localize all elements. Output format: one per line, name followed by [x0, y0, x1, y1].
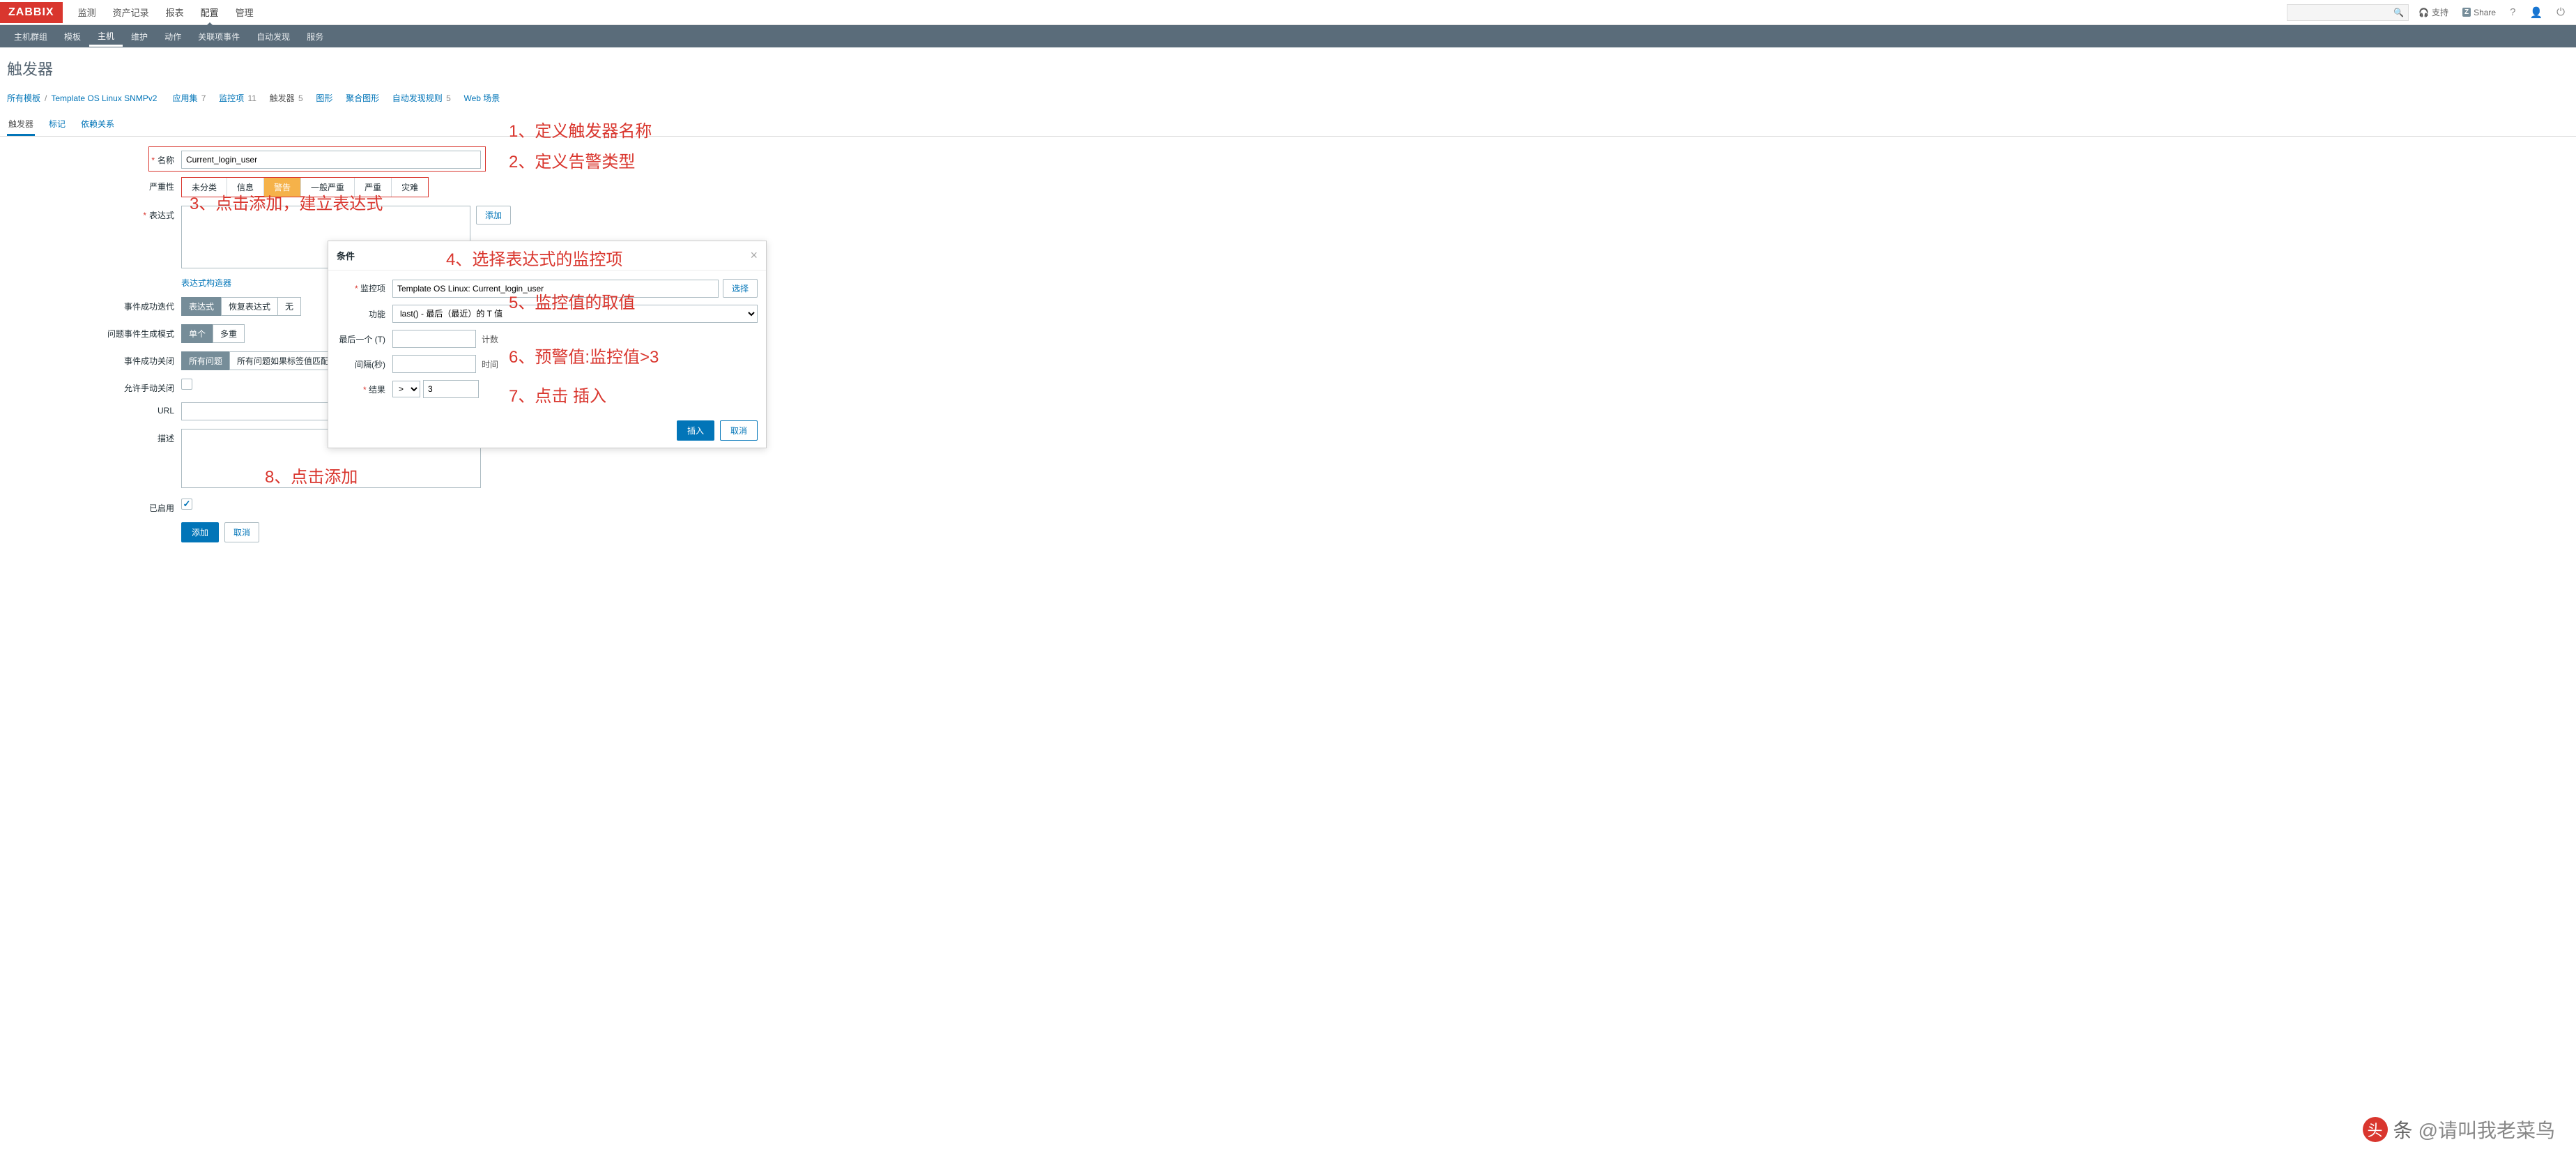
sub-nav-correlation[interactable]: 关联项事件 — [190, 26, 248, 47]
modal-item-input[interactable] — [392, 280, 719, 298]
event-gen-multiple[interactable]: 多重 — [213, 324, 245, 343]
modal-cancel-button[interactable]: 取消 — [720, 420, 758, 441]
form-tabs: 触发器 标记 依赖关系 — [0, 111, 2576, 137]
severity-high[interactable]: 严重 — [355, 178, 392, 197]
top-menu-monitor[interactable]: 监测 — [70, 0, 105, 26]
event-close-label: 事件成功关闭 — [7, 351, 181, 367]
top-right: 🔍 🎧支持 ZShare ? 👤 ⏻ — [2287, 3, 2576, 22]
modal-last-label: 最后一个 (T) — [337, 333, 392, 345]
sub-nav-services[interactable]: 服务 — [298, 26, 332, 47]
sub-nav-hosts[interactable]: 主机 — [89, 26, 123, 47]
modal-item-label: * 监控项 — [337, 282, 392, 294]
expression-label: *表达式 — [7, 206, 181, 221]
sub-nav: 主机群组 模板 主机 维护 动作 关联项事件 自动发现 服务 — [0, 25, 2576, 47]
submit-cancel-button[interactable]: 取消 — [224, 522, 259, 542]
tab-dependencies[interactable]: 依赖关系 — [79, 114, 116, 136]
url-label: URL — [7, 402, 181, 416]
modal-last-input[interactable] — [392, 330, 476, 348]
severity-warning[interactable]: 警告 — [264, 178, 301, 197]
breadcrumb: 所有模板 / Template OS Linux SNMPv2 应用集 7 监控… — [0, 89, 2576, 111]
bc-sep: / — [45, 93, 47, 103]
bc-discovery-rules[interactable]: 自动发现规则 5 — [392, 92, 451, 104]
modal-title: 条件 — [337, 249, 355, 262]
enabled-checkbox[interactable] — [181, 499, 192, 510]
tab-tags[interactable]: 标记 — [47, 114, 67, 136]
event-iteration-group: 表达式 恢复表达式 无 — [181, 297, 301, 316]
modal-result-op[interactable]: > — [392, 381, 420, 397]
severity-label: 严重性 — [7, 177, 181, 192]
add-expression-button[interactable]: 添加 — [476, 206, 511, 225]
submit-add-button[interactable]: 添加 — [181, 522, 219, 542]
bc-appsets[interactable]: 应用集 7 — [172, 92, 206, 104]
modal-result-value[interactable] — [423, 380, 479, 398]
condition-modal: 条件 × * 监控项 选择 功能 last() - 最后（最近）的 T 值 最后… — [328, 241, 767, 448]
tab-trigger[interactable]: 触发器 — [7, 114, 35, 136]
event-iter-none[interactable]: 无 — [277, 297, 301, 316]
modal-last-suffix: 计数 — [482, 333, 498, 345]
event-close-all[interactable]: 所有问题 — [181, 351, 229, 370]
severity-group: 未分类 信息 警告 一般严重 严重 灾难 — [181, 177, 429, 197]
event-iter-recovery[interactable]: 恢复表达式 — [221, 297, 277, 316]
bc-screens[interactable]: 聚合图形 — [346, 92, 379, 104]
bc-graphs[interactable]: 图形 — [316, 92, 332, 104]
modal-interval-input[interactable] — [392, 355, 476, 373]
page-title: 触发器 — [0, 47, 2576, 89]
name-label: *名称 — [7, 151, 181, 166]
sub-nav-maintenance[interactable]: 维护 — [123, 26, 156, 47]
event-iter-expression[interactable]: 表达式 — [181, 297, 221, 316]
event-iteration-label: 事件成功迭代 — [7, 297, 181, 312]
event-gen-group: 单个 多重 — [181, 324, 245, 343]
bc-template-name[interactable]: Template OS Linux SNMPv2 — [51, 93, 157, 103]
event-close-tagmatch[interactable]: 所有问题如果标签值匹配 — [229, 351, 337, 370]
search-icon: 🔍 — [2393, 8, 2404, 17]
bc-triggers[interactable]: 触发器 5 — [270, 92, 303, 104]
logout-icon[interactable]: ⏻ — [2552, 3, 2569, 21]
share-link[interactable]: ZShare — [2458, 5, 2500, 20]
top-menu: 监测 资产记录 报表 配置 管理 — [70, 0, 2287, 26]
modal-insert-button[interactable]: 插入 — [677, 420, 714, 441]
sub-nav-hostgroups[interactable]: 主机群组 — [6, 26, 56, 47]
headset-icon: 🎧 — [2418, 8, 2429, 17]
severity-average[interactable]: 一般严重 — [301, 178, 355, 197]
desc-label: 描述 — [7, 429, 181, 444]
manual-close-checkbox[interactable] — [181, 379, 192, 390]
logo[interactable]: ZABBIX — [0, 2, 63, 23]
modal-interval-label: 间隔(秒) — [337, 358, 392, 370]
top-menu-reports[interactable]: 报表 — [158, 0, 192, 26]
top-menu-admin[interactable]: 管理 — [227, 0, 262, 26]
bc-all-templates[interactable]: 所有模板 — [7, 92, 40, 104]
bc-web[interactable]: Web 场景 — [463, 92, 500, 104]
top-menu-inventory[interactable]: 资产记录 — [105, 0, 158, 26]
top-bar: ZABBIX 监测 资产记录 报表 配置 管理 🔍 🎧支持 ZShare ? 👤… — [0, 0, 2576, 25]
event-gen-label: 问题事件生成模式 — [7, 324, 181, 340]
modal-select-button[interactable]: 选择 — [723, 279, 758, 298]
severity-info[interactable]: 信息 — [227, 178, 264, 197]
watermark-icon: 头 — [2363, 1117, 2388, 1142]
modal-interval-suffix: 时间 — [482, 358, 498, 370]
sub-nav-discovery[interactable]: 自动发现 — [248, 26, 298, 47]
event-gen-single[interactable]: 单个 — [181, 324, 213, 343]
top-menu-config[interactable]: 配置 — [192, 0, 227, 26]
sub-nav-templates[interactable]: 模板 — [56, 26, 89, 47]
severity-disaster[interactable]: 灾难 — [392, 178, 428, 197]
severity-unclassified[interactable]: 未分类 — [182, 178, 227, 197]
sub-nav-actions[interactable]: 动作 — [156, 26, 190, 47]
user-icon[interactable]: 👤 — [2525, 3, 2547, 22]
event-close-group: 所有问题 所有问题如果标签值匹配 — [181, 351, 337, 370]
modal-close-icon[interactable]: × — [750, 248, 758, 263]
search-box[interactable]: 🔍 — [2287, 4, 2409, 21]
share-badge-icon: Z — [2462, 8, 2471, 17]
manual-close-label: 允许手动关闭 — [7, 379, 181, 394]
modal-func-label: 功能 — [337, 308, 392, 320]
support-link[interactable]: 🎧支持 — [2414, 3, 2453, 21]
bc-items[interactable]: 监控项 11 — [219, 92, 256, 104]
watermark: 头 条 头条 @请叫我老菜鸟 @请叫我老菜鸟 — [2363, 1116, 2555, 1143]
help-icon[interactable]: ? — [2506, 3, 2520, 21]
modal-result-label: * 结果 — [337, 383, 392, 395]
name-input[interactable] — [181, 151, 481, 169]
modal-func-select[interactable]: last() - 最后（最近）的 T 值 — [392, 305, 758, 323]
enabled-label: 已启用 — [7, 499, 181, 514]
expression-constructor-link[interactable]: 表达式构造器 — [181, 278, 231, 288]
